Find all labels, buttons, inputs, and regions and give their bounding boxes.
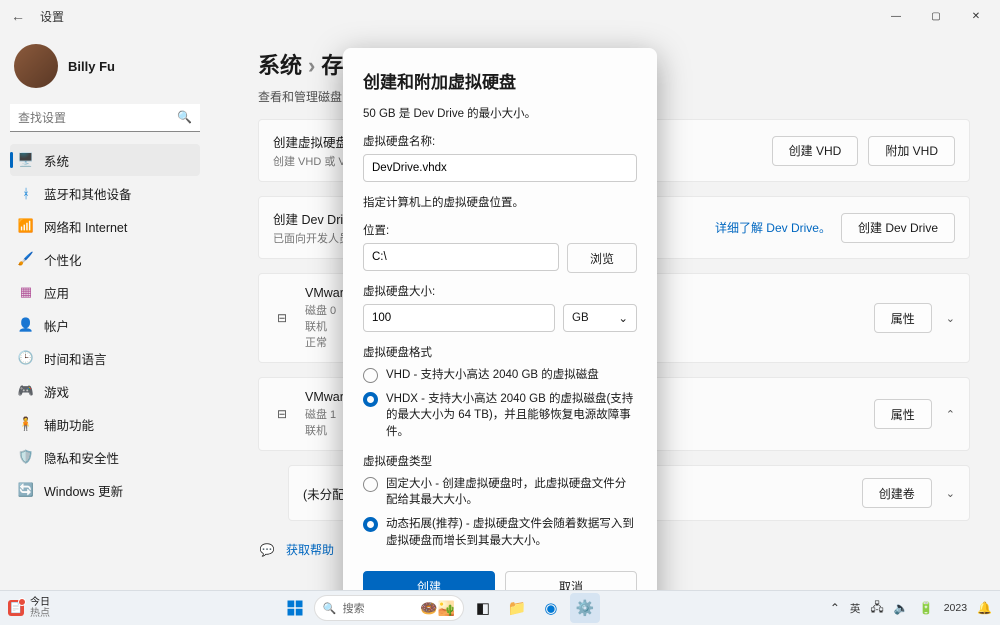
radio-icon (363, 368, 378, 383)
size-unit-select[interactable]: GB ⌄ (563, 304, 637, 332)
explorer-button[interactable]: 📁 (502, 593, 532, 623)
notifications-icon[interactable]: 🔔 (977, 601, 992, 615)
dialog-title: 创建和附加虚拟硬盘 (363, 68, 637, 93)
type-dynamic-radio[interactable]: 动态拓展(推荐) - 虚拟硬盘文件会随着数据写入到虚拟硬盘而增长到其最大大小。 (363, 516, 637, 549)
system-tray[interactable]: ⌃ 英 🖧 🔈 🔋 2023 🔔 (830, 598, 992, 619)
widgets-button[interactable]: 📄 今日热点 (8, 597, 50, 619)
settings-taskbar-button[interactable]: ⚙️ (570, 593, 600, 623)
edge-button[interactable]: ◉ (536, 593, 566, 623)
create-vhd-dialog: 创建和附加虚拟硬盘 50 GB 是 Dev Drive 的最小大小。 虚拟硬盘名… (343, 48, 657, 617)
size-label: 虚拟硬盘大小: (363, 283, 637, 299)
radio-icon (363, 392, 378, 407)
radio-icon (363, 517, 378, 532)
radio-label: VHDX - 支持大小高达 2040 GB 的虚拟磁盘(支持的最大大小为 64 … (386, 391, 637, 441)
unit-value: GB (572, 312, 589, 324)
ime-indicator[interactable]: 英 (850, 601, 861, 616)
widget-line2: 热点 (30, 608, 50, 619)
format-vhdx-radio[interactable]: VHDX - 支持大小高达 2040 GB 的虚拟磁盘(支持的最大大小为 64 … (363, 391, 637, 441)
wifi-tray-icon[interactable]: 🖧 (870, 598, 883, 619)
battery-tray-icon[interactable]: 🔋 (919, 601, 934, 615)
start-button[interactable] (280, 593, 310, 623)
format-section-label: 虚拟硬盘格式 (363, 344, 637, 360)
taskbar: 📄 今日热点 🔍 搜索 🍩🏜️ ◧ 📁 ◉ ⚙️ ⌃ 英 🖧 🔈 🔋 2023 🔔 (0, 590, 1000, 625)
location-hint: 指定计算机上的虚拟硬盘位置。 (363, 194, 637, 210)
radio-label: VHD - 支持大小高达 2040 GB 的虚拟磁盘 (386, 367, 599, 384)
type-section-label: 虚拟硬盘类型 (363, 453, 637, 469)
location-input[interactable] (363, 243, 559, 271)
format-vhd-radio[interactable]: VHD - 支持大小高达 2040 GB 的虚拟磁盘 (363, 367, 637, 384)
browse-button[interactable]: 浏览 (567, 243, 637, 273)
news-icon: 📄 (8, 600, 24, 616)
type-fixed-radio[interactable]: 固定大小 - 创建虚拟硬盘时，此虚拟硬盘文件分配给其最大大小。 (363, 476, 637, 509)
volume-tray-icon[interactable]: 🔈 (894, 601, 909, 615)
size-input[interactable] (363, 304, 555, 332)
location-label: 位置: (363, 222, 637, 238)
dialog-hint: 50 GB 是 Dev Drive 的最小大小。 (363, 105, 637, 121)
vhd-name-input[interactable] (363, 154, 637, 182)
modal-overlay: 创建和附加虚拟硬盘 50 GB 是 Dev Drive 的最小大小。 虚拟硬盘名… (0, 0, 1000, 625)
chevron-down-icon: ⌄ (618, 311, 628, 325)
task-view-button[interactable]: ◧ (468, 593, 498, 623)
tray-overflow-icon[interactable]: ⌃ (830, 601, 840, 615)
search-emoji-icon: 🍩🏜️ (420, 600, 455, 617)
radio-icon (363, 477, 378, 492)
taskbar-search[interactable]: 🔍 搜索 🍩🏜️ (314, 595, 464, 621)
radio-label: 固定大小 - 创建虚拟硬盘时，此虚拟硬盘文件分配给其最大大小。 (386, 476, 637, 509)
vhd-name-label: 虚拟硬盘名称: (363, 133, 637, 149)
widget-line1: 今日 (30, 597, 50, 608)
radio-label: 动态拓展(推荐) - 虚拟硬盘文件会随着数据写入到虚拟硬盘而增长到其最大大小。 (386, 516, 637, 549)
clock-year[interactable]: 2023 (944, 602, 967, 614)
search-icon: 🔍 (323, 602, 337, 615)
search-placeholder: 搜索 (343, 600, 365, 616)
